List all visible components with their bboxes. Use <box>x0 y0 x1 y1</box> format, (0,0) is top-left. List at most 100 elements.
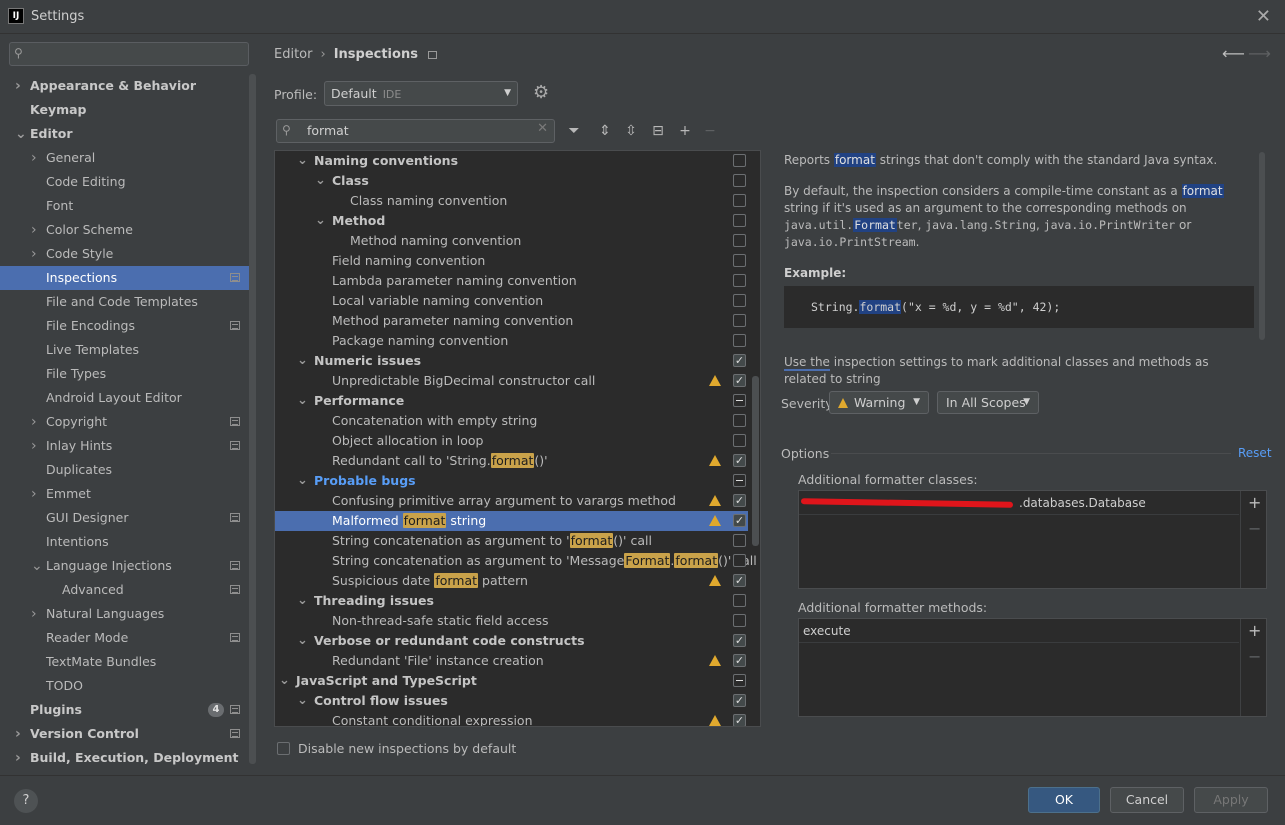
inspection-item[interactable]: Suspicious date format pattern✓ <box>275 571 748 591</box>
chevron-down-icon[interactable]: ⌄ <box>315 171 326 191</box>
close-icon[interactable]: ✕ <box>1256 6 1271 27</box>
chevron-down-icon[interactable]: ⌄ <box>297 151 308 171</box>
chevron-down-icon[interactable]: ⌄ <box>279 671 290 691</box>
inspection-checkbox[interactable]: ✓ <box>733 514 746 527</box>
sidebar-item-reader-mode[interactable]: Reader Mode <box>0 626 256 650</box>
chevron-down-icon[interactable]: ⌄ <box>315 211 326 231</box>
sidebar-item-textmate-bundles[interactable]: TextMate Bundles <box>0 650 256 674</box>
inspection-checkbox[interactable]: ✓ <box>733 374 746 387</box>
reset-link[interactable]: Reset <box>1238 446 1272 460</box>
sidebar-item-gui-designer[interactable]: GUI Designer <box>0 506 256 530</box>
sidebar-search-input[interactable]: ⚲ <box>9 42 249 66</box>
chevron-right-icon[interactable]: › <box>15 746 21 770</box>
severity-dropdown[interactable]: Warning ▼ <box>829 391 929 414</box>
remove-class-button[interactable]: − <box>1248 519 1261 538</box>
inspection-group[interactable]: ⌄Threading issues <box>275 591 748 611</box>
chevron-right-icon[interactable]: › <box>31 410 37 434</box>
chevron-down-icon[interactable]: ⌄ <box>297 691 308 711</box>
inspection-checkbox[interactable]: ✓ <box>733 454 746 467</box>
inspection-group[interactable]: ⌄Probable bugs <box>275 471 748 491</box>
chevron-right-icon[interactable]: › <box>31 482 37 506</box>
sidebar-item-copyright[interactable]: ›Copyright <box>0 410 256 434</box>
sidebar-item-version-control[interactable]: ›Version Control <box>0 722 256 746</box>
inspection-checkbox[interactable] <box>733 554 746 567</box>
inspection-checkbox[interactable] <box>733 474 746 487</box>
sidebar-item-general[interactable]: ›General <box>0 146 256 170</box>
inspection-item[interactable]: Method naming convention <box>275 231 748 251</box>
inspection-group[interactable]: ⌄Class <box>275 171 748 191</box>
inspection-item[interactable]: Lambda parameter naming convention <box>275 271 748 291</box>
list-item[interactable]: .databases.Database <box>799 491 1239 515</box>
inspection-checkbox[interactable] <box>733 174 746 187</box>
chevron-right-icon[interactable]: › <box>15 74 21 98</box>
inspection-item[interactable]: Redundant call to 'String.format()'✓ <box>275 451 748 471</box>
inspection-item[interactable]: Redundant 'File' instance creation✓ <box>275 651 748 671</box>
inspection-checkbox[interactable] <box>733 234 746 247</box>
chevron-right-icon[interactable]: › <box>31 146 37 170</box>
inspection-group[interactable]: ⌄JavaScript and TypeScript <box>275 671 748 691</box>
inspection-item[interactable]: Malformed format string✓ <box>275 511 748 531</box>
cancel-button[interactable]: Cancel <box>1110 787 1184 813</box>
sidebar-item-duplicates[interactable]: Duplicates <box>0 458 256 482</box>
inspection-checkbox[interactable]: ✓ <box>733 714 746 727</box>
sidebar-item-intentions[interactable]: Intentions <box>0 530 256 554</box>
inspection-item[interactable]: Non-thread-safe static field access <box>275 611 748 631</box>
inspection-group[interactable]: ⌄Performance <box>275 391 748 411</box>
inspection-group[interactable]: ⌄Verbose or redundant code constructs✓ <box>275 631 748 651</box>
inspection-checkbox[interactable] <box>733 254 746 267</box>
inspection-checkbox[interactable] <box>733 534 746 547</box>
breadcrumb-editor[interactable]: Editor <box>274 47 312 62</box>
inspection-checkbox[interactable]: ✓ <box>733 654 746 667</box>
disable-new-inspections-checkbox[interactable]: Disable new inspections by default <box>277 741 516 756</box>
inspection-item[interactable]: Confusing primitive array argument to va… <box>275 491 748 511</box>
sidebar-item-code-style[interactable]: ›Code Style <box>0 242 256 266</box>
chevron-right-icon[interactable]: › <box>31 242 37 266</box>
inspection-checkbox[interactable]: ✓ <box>733 354 746 367</box>
add-icon[interactable]: + <box>676 122 694 140</box>
inspection-item[interactable]: Constant conditional expression✓ <box>275 711 748 727</box>
sidebar-item-emmet[interactable]: ›Emmet <box>0 482 256 506</box>
sidebar-item-inlay-hints[interactable]: ›Inlay Hints <box>0 434 256 458</box>
inspections-scrollbar[interactable] <box>752 376 759 546</box>
inspection-checkbox[interactable] <box>733 614 746 627</box>
apply-button[interactable]: Apply <box>1194 787 1268 813</box>
inspection-checkbox[interactable]: ✓ <box>733 494 746 507</box>
inspection-item[interactable]: Package naming convention <box>275 331 748 351</box>
chevron-down-icon[interactable]: ⌄ <box>31 554 43 578</box>
inspection-checkbox[interactable] <box>733 314 746 327</box>
inspection-item[interactable]: Method parameter naming convention <box>275 311 748 331</box>
collapse-all-icon[interactable]: ⇳ <box>622 122 640 140</box>
inspection-settings-link[interactable]: Use the <box>784 355 830 371</box>
scope-dropdown[interactable]: In All Scopes ▼ <box>937 391 1039 414</box>
inspection-checkbox[interactable] <box>733 334 746 347</box>
inspection-group[interactable]: ⌄Numeric issues✓ <box>275 351 748 371</box>
inspection-item[interactable]: Unpredictable BigDecimal constructor cal… <box>275 371 748 391</box>
inspection-checkbox[interactable] <box>733 194 746 207</box>
gear-icon[interactable]: ⚙ <box>533 83 549 103</box>
inspection-checkbox[interactable] <box>733 594 746 607</box>
chevron-down-icon[interactable]: ⌄ <box>297 591 308 611</box>
inspection-checkbox[interactable] <box>733 154 746 167</box>
sidebar-item-color-scheme[interactable]: ›Color Scheme <box>0 218 256 242</box>
profile-dropdown[interactable]: DefaultIDE ▼ <box>324 81 518 106</box>
sidebar-item-live-templates[interactable]: Live Templates <box>0 338 256 362</box>
clear-icon[interactable]: ✕ <box>537 121 548 136</box>
sidebar-item-file-types[interactable]: File Types <box>0 362 256 386</box>
sidebar-item-file-and-code-templates[interactable]: File and Code Templates <box>0 290 256 314</box>
inspection-item[interactable]: String concatenation as argument to 'for… <box>275 531 748 551</box>
inspection-checkbox[interactable] <box>733 434 746 447</box>
sidebar-item-code-editing[interactable]: Code Editing <box>0 170 256 194</box>
chevron-down-icon[interactable]: ⌄ <box>297 631 308 651</box>
inspection-item[interactable]: Local variable naming convention <box>275 291 748 311</box>
inspection-group[interactable]: ⌄Naming conventions <box>275 151 748 171</box>
inspection-group[interactable]: ⌄Control flow issues✓ <box>275 691 748 711</box>
forward-arrow-icon[interactable]: ⟶ <box>1248 44 1271 63</box>
inspection-item[interactable]: Object allocation in loop <box>275 431 748 451</box>
ok-button[interactable]: OK <box>1028 787 1100 813</box>
sidebar-item-android-layout-editor[interactable]: Android Layout Editor <box>0 386 256 410</box>
remove-icon[interactable]: − <box>701 122 719 140</box>
chevron-right-icon[interactable]: › <box>15 722 21 746</box>
sidebar-item-inspections[interactable]: Inspections <box>0 266 256 290</box>
inspection-item[interactable]: Class naming convention <box>275 191 748 211</box>
sidebar-item-todo[interactable]: TODO <box>0 674 256 698</box>
